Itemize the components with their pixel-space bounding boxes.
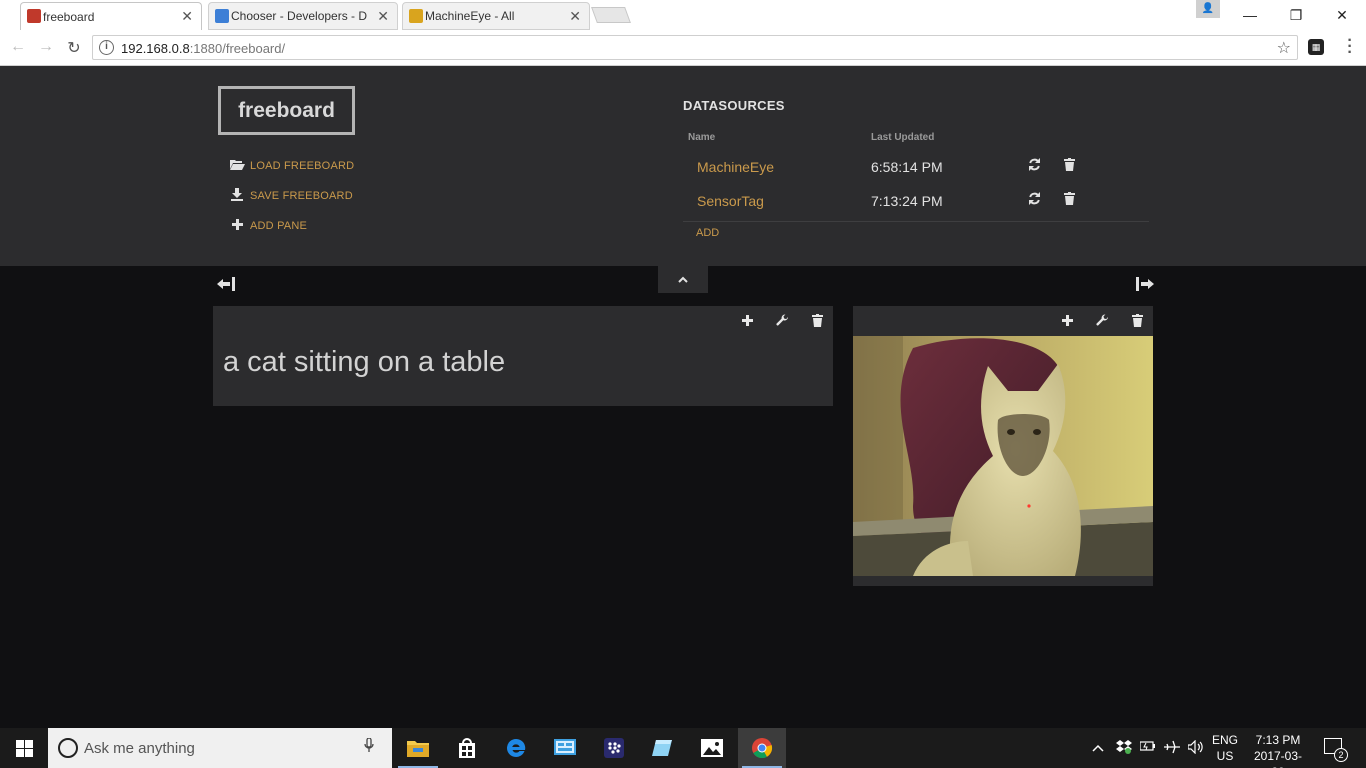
photos-icon[interactable] (688, 728, 736, 768)
chrome-menu-icon[interactable]: · · · (1342, 33, 1358, 61)
dropbox-favicon-icon (215, 9, 229, 23)
text-widget-value: a cat sitting on a table (223, 346, 506, 378)
load-freeboard-label: LOAD FREEBOARD (250, 159, 355, 172)
collapse-header-button[interactable] (658, 266, 708, 293)
microphone-icon[interactable] (364, 737, 374, 756)
tab-title: freeboard (43, 9, 95, 24)
add-widget-icon[interactable] (1059, 314, 1076, 330)
control-panel-icon[interactable] (541, 728, 589, 768)
remove-column-icon[interactable] (217, 277, 235, 294)
show-hidden-icons-chevron-icon[interactable] (1092, 740, 1104, 755)
reload-icon[interactable]: ↻ (64, 38, 84, 58)
forward-icon[interactable]: → (36, 38, 56, 56)
airplane-mode-icon[interactable] (1164, 740, 1180, 757)
pane-tools (1059, 314, 1146, 330)
trash-icon[interactable] (1129, 314, 1146, 330)
camera-image (853, 336, 1153, 576)
volume-icon[interactable] (1187, 739, 1204, 757)
save-freeboard-link[interactable]: SAVE FREEBOARD (230, 188, 353, 204)
add-widget-icon[interactable] (739, 314, 756, 330)
tab-title: MachineEye - All (425, 9, 515, 23)
column-header-updated: Last Updated (871, 132, 935, 143)
datasource-name[interactable]: SensorTag (697, 193, 764, 209)
bookmark-star-icon[interactable]: ☆ (1277, 38, 1291, 58)
minimize-icon[interactable]: — (1227, 0, 1273, 30)
tab-close-icon[interactable]: ✕ (181, 8, 193, 25)
trash-icon[interactable] (1061, 158, 1077, 174)
pane-tools (739, 314, 826, 330)
extension-icon[interactable]: ▦ (1308, 39, 1324, 55)
trash-icon[interactable] (809, 314, 826, 330)
search-placeholder: Ask me anything (84, 740, 195, 757)
tab-close-icon[interactable]: ✕ (569, 8, 581, 25)
folder-open-icon (230, 158, 245, 173)
edge-icon[interactable] (492, 728, 540, 768)
input-language-indicator[interactable]: ENG US (1212, 732, 1238, 764)
load-freeboard-link[interactable]: LOAD FREEBOARD (230, 158, 354, 173)
wrench-icon[interactable] (1094, 314, 1111, 330)
dropbox-tray-icon[interactable] (1116, 740, 1132, 757)
machineeye-favicon-icon (409, 9, 423, 23)
datasource-row: SensorTag 7:13:24 PM (683, 184, 1149, 218)
wrench-icon[interactable] (774, 314, 791, 330)
text-pane: a cat sitting on a table (213, 306, 833, 406)
user-profile-icon[interactable]: 👤 (1196, 0, 1220, 18)
trash-icon[interactable] (1061, 192, 1077, 208)
new-tab-button[interactable] (591, 7, 631, 23)
windows-taskbar: Ask me anything ENG US 7:13 PM 2017-03- … (0, 728, 1366, 768)
add-pane-link[interactable]: ADD PANE (230, 218, 307, 233)
taskbar-clock[interactable]: 7:13 PM 2017-03-20 (1248, 732, 1308, 768)
blackberry-icon[interactable] (590, 728, 638, 768)
datasources-title: DATASOURCES (683, 98, 785, 113)
region-code: US (1216, 749, 1234, 763)
address-bar[interactable]: i 192.168.0.8:1880/freeboard/ ☆ (92, 35, 1298, 60)
info-icon[interactable]: i (99, 40, 114, 55)
freeboard-header: freeboard LOAD FREEBOARD SAVE FREEBOARD … (0, 66, 1366, 266)
column-header-name: Name (688, 132, 716, 143)
cortana-icon (58, 738, 78, 758)
browser-tabstrip: freeboard ✕ Chooser - Developers - D ✕ M… (0, 0, 1366, 30)
tab-close-icon[interactable]: ✕ (377, 8, 389, 25)
add-datasource-button[interactable]: ADD (696, 227, 719, 239)
tab-title: Chooser - Developers - D (231, 9, 367, 23)
datasource-updated: 6:58:14 PM (871, 159, 943, 175)
url-host: 192.168.0.8 (121, 41, 190, 56)
add-column-icon[interactable] (1136, 277, 1154, 294)
notification-count-badge: 2 (1334, 748, 1348, 762)
battery-icon[interactable] (1139, 740, 1156, 755)
restore-icon[interactable]: ❐ (1273, 0, 1319, 30)
freeboard-logo: freeboard (218, 86, 355, 135)
tab-chooser[interactable]: Chooser - Developers - D ✕ (208, 2, 398, 30)
divider (683, 221, 1149, 222)
clock-time: 7:13 PM (1255, 733, 1301, 747)
datasource-row: MachineEye 6:58:14 PM (683, 150, 1149, 184)
windows-start-icon[interactable] (0, 728, 48, 768)
save-freeboard-label: SAVE FREEBOARD (250, 190, 353, 202)
file-explorer-icon[interactable] (394, 728, 442, 768)
close-window-icon[interactable]: ✕ (1319, 0, 1365, 30)
plus-icon (230, 218, 244, 233)
cortana-search-box[interactable]: Ask me anything (48, 728, 392, 768)
notes-app-icon[interactable] (639, 728, 687, 768)
clock-date: 2017-03-20 (1253, 749, 1303, 768)
back-icon[interactable]: ← (8, 38, 28, 56)
datasource-name[interactable]: MachineEye (697, 159, 774, 175)
url-path: :1880/freeboard/ (189, 41, 286, 56)
download-icon (230, 188, 244, 204)
add-pane-label: ADD PANE (250, 219, 308, 232)
refresh-icon[interactable] (1026, 158, 1042, 174)
refresh-icon[interactable] (1026, 192, 1042, 208)
language-code: ENG (1212, 733, 1239, 747)
url-text: 192.168.0.8:1880/freeboard/ (121, 41, 285, 56)
chrome-icon[interactable] (738, 728, 786, 768)
store-icon[interactable] (443, 728, 491, 768)
browser-toolbar: ← → ↻ i 192.168.0.8:1880/freeboard/ ☆ ▦ … (0, 30, 1366, 66)
tab-machineeye[interactable]: MachineEye - All ✕ (402, 2, 590, 30)
datasource-updated: 7:13:24 PM (871, 193, 943, 209)
tab-freeboard[interactable]: freeboard ✕ (20, 2, 202, 30)
freeboard-favicon-icon (27, 9, 41, 23)
